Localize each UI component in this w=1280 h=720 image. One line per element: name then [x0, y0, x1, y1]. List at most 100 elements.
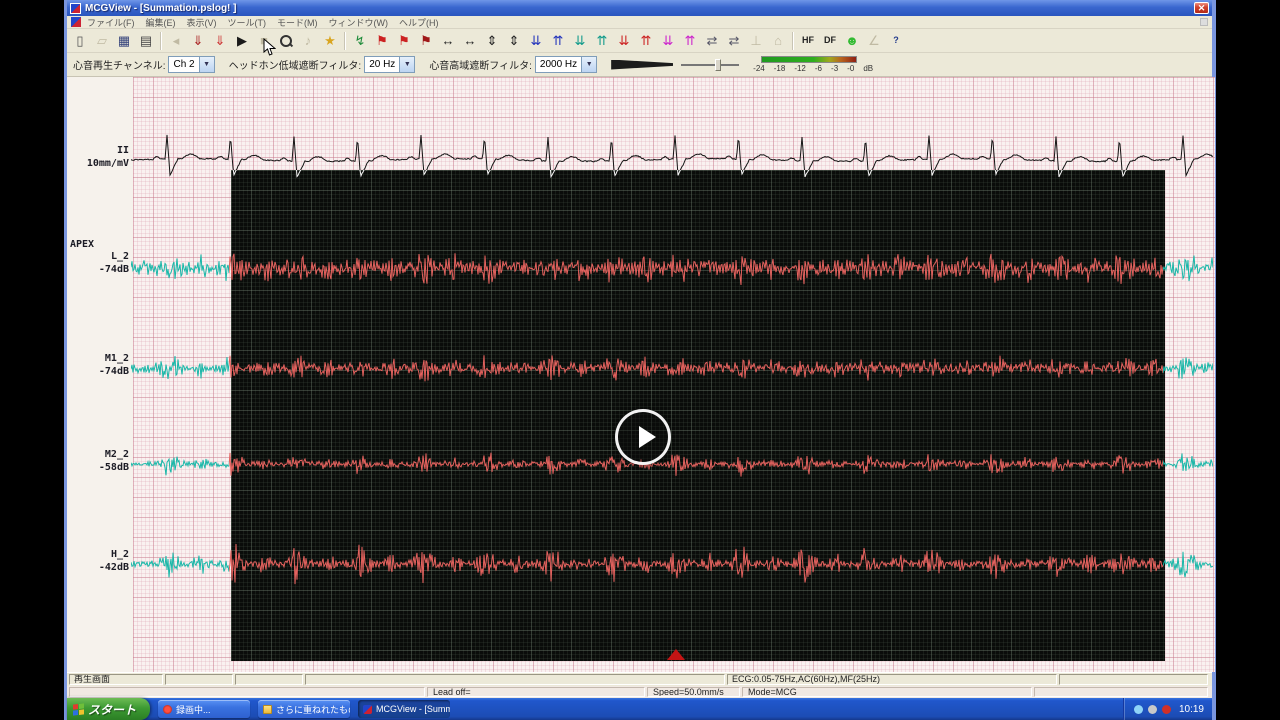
expand-v-icon[interactable]: ⇕	[481, 31, 503, 51]
menu-item[interactable]: モード(M)	[277, 16, 318, 29]
video-play-button[interactable]	[615, 409, 671, 465]
toolbar-glyph: ☻	[845, 34, 859, 47]
scale-up-magenta-icon[interactable]: ⇈	[679, 31, 701, 51]
scale-up-teal-icon[interactable]: ⇈	[591, 31, 613, 51]
status-panel: 再生画面	[69, 674, 163, 685]
mouse-cursor	[263, 38, 276, 62]
mdi-restore-icon[interactable]	[1200, 18, 1208, 26]
channel-select-label: 心音再生チャンネル:	[73, 57, 165, 72]
menu-item[interactable]: 表示(V)	[187, 16, 217, 29]
record-dot-icon[interactable]	[1162, 705, 1171, 714]
close-button[interactable]: ✕	[1194, 2, 1209, 14]
swap-gray-2-icon[interactable]: ⇄	[723, 31, 745, 51]
toolbar-glyph: ⊥	[750, 34, 761, 47]
channel-select[interactable]: Ch 2 ▼	[168, 56, 214, 73]
start-button[interactable]: スタート	[67, 698, 150, 720]
menu-item[interactable]: 編集(E)	[146, 16, 176, 29]
toolbar-glyph: ↔	[442, 34, 455, 47]
taskbar-button[interactable]: さらに重ねれたもの	[258, 700, 350, 718]
compress-v-icon[interactable]: ⇕	[503, 31, 525, 51]
chevron-down-icon[interactable]: ▼	[581, 57, 596, 72]
prev-icon[interactable]: ◂	[165, 31, 187, 51]
highcut-select[interactable]: 2000 Hz ▼	[535, 56, 597, 73]
system-tray: 10:19	[1123, 698, 1212, 720]
toolbar-glyph: ⇊	[575, 34, 586, 47]
speaker-icon[interactable]: ♪	[297, 31, 319, 51]
tray-icons	[1134, 705, 1171, 714]
db-scale-label: dB	[863, 64, 873, 73]
swap-gray-1-icon[interactable]: ⇄	[701, 31, 723, 51]
scale-up-blue-icon[interactable]: ⇈	[547, 31, 569, 51]
toolbar-glyph: ▱	[97, 34, 107, 47]
scale-down-magenta-icon[interactable]: ⇊	[657, 31, 679, 51]
expand-h-icon[interactable]: ↔	[437, 31, 459, 51]
lowcut-select[interactable]: 20 Hz ▼	[364, 56, 415, 73]
flag-1-icon[interactable]: ⚑	[371, 31, 393, 51]
scale-down-teal-icon[interactable]: ⇊	[569, 31, 591, 51]
print-icon[interactable]: ▤	[135, 31, 157, 51]
toolbar-glyph: DF	[824, 34, 836, 47]
title-bar[interactable]: MCGView - [Summation.pslog! ] ✕	[67, 0, 1212, 16]
sparkle-icon[interactable]: ★	[319, 31, 341, 51]
play-triangle-icon	[639, 426, 656, 448]
save-file-icon[interactable]: ▦	[113, 31, 135, 51]
menu-item[interactable]: ヘルプ(H)	[399, 16, 439, 29]
new-file-icon[interactable]: ▯	[69, 31, 91, 51]
chevron-down-icon[interactable]: ▼	[199, 57, 214, 72]
mdi-child-icon	[71, 17, 81, 27]
toolbar-glyph: ∠	[868, 34, 880, 47]
speaker-icon[interactable]	[1134, 705, 1143, 714]
status-panel	[305, 674, 725, 685]
taskbar-button[interactable]: 録画中...	[158, 700, 250, 718]
toolbar-glyph: ↯	[355, 34, 366, 47]
device-icon[interactable]	[1148, 705, 1157, 714]
menu-item[interactable]: ウィンドウ(W)	[329, 16, 389, 29]
slider-handle[interactable]	[715, 59, 721, 71]
tool-b-icon[interactable]: ⌂	[767, 31, 789, 51]
volume-slider[interactable]	[681, 58, 739, 72]
chevron-down-icon[interactable]: ▼	[399, 57, 414, 72]
tool-a-icon[interactable]: ⊥	[745, 31, 767, 51]
play-icon[interactable]: ▶	[231, 31, 253, 51]
window-title: MCGView - [Summation.pslog! ]	[85, 3, 236, 14]
taskbar-button-label: さらに重ねれたもの	[276, 703, 350, 716]
scale-down-blue-icon[interactable]: ⇊	[525, 31, 547, 51]
taskbar-button[interactable]: MCGView - [Summat...	[358, 700, 450, 718]
status-panel: ECG:0.05-75Hz,AC(60Hz),MF(25Hz)	[727, 674, 1057, 685]
menu-item[interactable]: ツール(T)	[228, 16, 267, 29]
person-icon[interactable]: ☻	[841, 31, 863, 51]
compress-h-icon[interactable]: ↔	[459, 31, 481, 51]
run-icon[interactable]: ↯	[349, 31, 371, 51]
flag-2-icon[interactable]: ⚑	[393, 31, 415, 51]
help-icon[interactable]: ?	[885, 31, 907, 51]
folder-icon	[263, 705, 272, 714]
position-marker[interactable]	[667, 649, 685, 660]
angle-icon[interactable]: ∠	[863, 31, 885, 51]
open-file-icon[interactable]: ▱	[91, 31, 113, 51]
hf-filter-button[interactable]: HF	[797, 31, 819, 51]
marker-out-icon[interactable]: ⇓	[209, 31, 231, 51]
toolbar-glyph: ⚑	[376, 34, 388, 47]
df-filter-button[interactable]: DF	[819, 31, 841, 51]
scale-down-red-icon[interactable]: ⇊	[613, 31, 635, 51]
db-scale-labels: -24-18-12-6-3-0dB	[753, 64, 873, 73]
marker-in-icon[interactable]: ⇓	[187, 31, 209, 51]
db-scale-label: -0	[847, 64, 854, 73]
zoom-tool-icon[interactable]	[275, 31, 297, 51]
task-buttons: 録画中... さらに重ねれたもの MCGView - [Summat...	[150, 700, 450, 718]
windows-logo-icon	[73, 703, 84, 715]
record-icon	[163, 705, 172, 714]
toolbar-glyph: ↔	[464, 34, 477, 47]
highcut-select-label: 心音高域遮断フィルタ:	[429, 57, 532, 72]
menu-bar-items: ファイル(F) 編集(E) 表示(V) ツール(T) モード(M) ウィンドウ(W) ヘルプ…	[87, 16, 450, 29]
db-scale-label: -24	[753, 64, 765, 73]
app-icon	[70, 3, 81, 14]
toolbar-icons: ▯▱▦▤◂⇓⇓▶■♪★↯⚑⚑⚑↔↔⇕⇕⇊⇈⇊⇈⇊⇈⇊⇈⇄⇄⊥⌂HFDF☻∠?	[69, 31, 907, 51]
flag-3-icon[interactable]: ⚑	[415, 31, 437, 51]
toolbar-glyph: ⇄	[729, 34, 740, 47]
waveform-plot-area: II10mm/mVAPEXL_2-74dBM1_2-74dBM2_2-58dBH…	[67, 77, 1215, 672]
scale-up-red-icon[interactable]: ⇈	[635, 31, 657, 51]
db-scale-label: -12	[794, 64, 806, 73]
menu-item[interactable]: ファイル(F)	[87, 16, 135, 29]
toolbar-glyph: ⇊	[531, 34, 542, 47]
